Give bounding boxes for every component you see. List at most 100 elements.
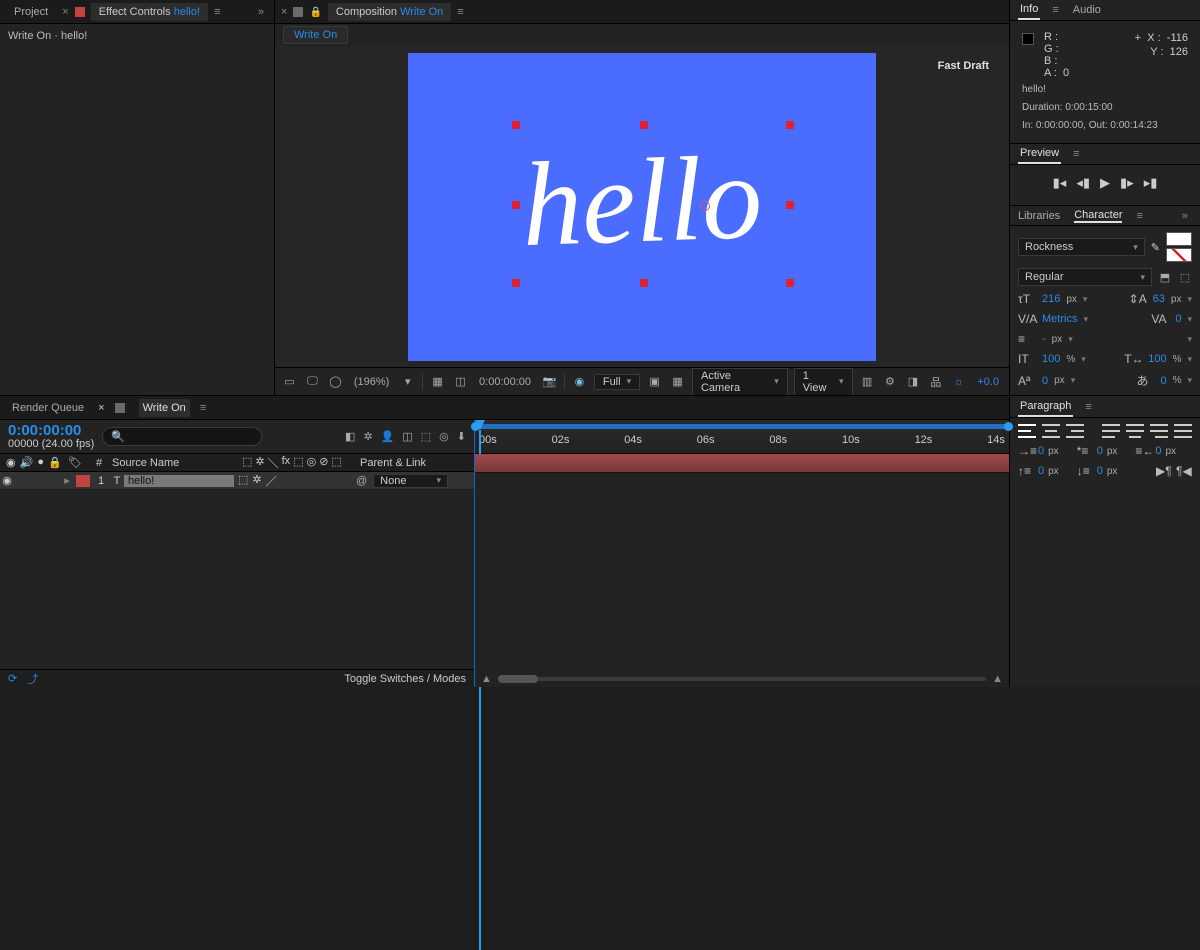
caret-icon[interactable]: ▾	[1071, 375, 1076, 386]
fill-stroke-swatch[interactable]	[1166, 232, 1192, 262]
caret-icon[interactable]: ▾	[1083, 294, 1088, 305]
lock-icon[interactable]	[309, 6, 321, 18]
swap-colors-icon[interactable]: ⬒	[1158, 268, 1172, 286]
close-icon[interactable]: ×	[98, 402, 104, 414]
layer-label-color[interactable]	[76, 475, 90, 487]
indent-firstline-value[interactable]: 0	[1097, 445, 1103, 457]
justify-last-left-button[interactable]	[1102, 424, 1120, 438]
views-dropdown[interactable]: 1 View▾	[794, 368, 853, 396]
indent-left-value[interactable]: 0	[1038, 445, 1044, 457]
tracking-value[interactable]: 0	[1175, 313, 1181, 325]
brainstorm-icon[interactable]: ⬇	[457, 430, 466, 443]
align-left-button[interactable]	[1018, 424, 1036, 438]
preview-tab[interactable]: Preview	[1018, 144, 1061, 164]
overflow-icon[interactable]: »	[1178, 210, 1192, 222]
indent-right-value[interactable]: 0	[1155, 445, 1161, 457]
audio-tab[interactable]: Audio	[1071, 1, 1103, 19]
panel-menu-icon[interactable]: ≡	[200, 402, 206, 414]
audio-col-icon[interactable]: 🔊	[20, 456, 34, 469]
work-area-end-handle[interactable]	[1004, 422, 1013, 431]
bbox-handle[interactable]	[640, 121, 648, 129]
eyedropper-icon[interactable]: ✎	[1151, 241, 1160, 254]
bbox-handle[interactable]	[512, 201, 520, 209]
mask-icon[interactable]: ◯	[327, 373, 344, 391]
fast-preview-icon[interactable]: ⚙	[882, 373, 899, 391]
close-icon[interactable]: ×	[281, 6, 287, 18]
layer-switches[interactable]: ⬚✲／	[234, 473, 352, 489]
character-tab[interactable]: Character	[1074, 209, 1122, 223]
close-icon[interactable]: ×	[62, 6, 68, 18]
layer-name[interactable]: hello!	[124, 475, 234, 487]
pixel-aspect-icon[interactable]: ▥	[859, 373, 876, 391]
solo-col-icon[interactable]: ●	[37, 456, 44, 469]
vscale-value[interactable]: 100	[1042, 353, 1060, 365]
panel-menu-icon[interactable]: ≡	[1073, 148, 1079, 160]
anchor-point[interactable]	[700, 201, 710, 211]
pickwhip-icon[interactable]: @	[356, 475, 367, 487]
current-timecode[interactable]: 0:00:00:00	[8, 424, 94, 438]
monitor-icon[interactable]: 🖵	[304, 373, 321, 391]
exposure-value[interactable]: +0.0	[973, 376, 1003, 388]
bbox-handle[interactable]	[786, 121, 794, 129]
work-area-bar[interactable]	[475, 424, 1009, 429]
info-tab[interactable]: Info	[1018, 0, 1040, 20]
no-stroke-icon[interactable]: ⬚	[1178, 268, 1192, 286]
caret-icon[interactable]: ▾	[1187, 314, 1192, 325]
first-frame-button[interactable]: ▮◂	[1053, 175, 1067, 191]
prev-frame-button[interactable]: ◂▮	[1076, 175, 1090, 191]
panel-menu-icon[interactable]: ≡	[214, 6, 220, 18]
leading-value[interactable]: 63	[1153, 293, 1165, 305]
justify-all-button[interactable]	[1174, 424, 1192, 438]
search-field[interactable]	[131, 431, 253, 443]
index-column[interactable]: #	[90, 457, 108, 469]
caret-icon[interactable]: ▾	[1187, 354, 1192, 365]
font-style-dropdown[interactable]: Regular▾	[1018, 268, 1152, 286]
twirl-icon[interactable]: ▸	[60, 474, 74, 487]
playhead[interactable]	[475, 420, 485, 430]
visibility-toggle[interactable]: ◉	[0, 474, 14, 487]
layer-search-input[interactable]: 🔍	[102, 427, 262, 446]
take-snapshot-icon[interactable]: ▭	[281, 373, 298, 391]
libraries-tab[interactable]: Libraries	[1018, 210, 1060, 222]
justify-last-center-button[interactable]	[1126, 424, 1144, 438]
caret-icon[interactable]: ▾	[1081, 354, 1086, 365]
space-before-value[interactable]: 0	[1038, 465, 1044, 477]
stroke-width-value[interactable]: -	[1042, 333, 1046, 345]
stroke-swatch[interactable]	[1166, 248, 1192, 262]
bbox-handle[interactable]	[512, 279, 520, 287]
caret-icon[interactable]: ▾	[1187, 294, 1192, 305]
font-size-value[interactable]: 216	[1042, 293, 1060, 305]
zoom-handle[interactable]	[498, 675, 538, 683]
direction-rtl-icon[interactable]: ¶◀	[1176, 464, 1192, 478]
parent-column[interactable]: Parent & Link	[356, 457, 474, 469]
bbox-handle[interactable]	[786, 279, 794, 287]
paragraph-tab[interactable]: Paragraph	[1018, 397, 1073, 417]
grid-icon[interactable]: ▦	[429, 373, 446, 391]
caret-icon[interactable]: ▾	[1068, 334, 1073, 345]
align-right-button[interactable]	[1066, 424, 1084, 438]
font-family-dropdown[interactable]: Rockness▾	[1018, 238, 1145, 256]
panel-menu-icon[interactable]: ≡	[1052, 4, 1058, 16]
toggle-switch-icon[interactable]: ⤴	[27, 671, 38, 687]
baseline-value[interactable]: 0	[1042, 375, 1048, 387]
panel-menu-icon[interactable]: ≡	[1085, 401, 1091, 413]
play-button[interactable]: ▶	[1100, 175, 1110, 191]
transparency-grid-icon[interactable]: ▦	[669, 373, 686, 391]
overflow-icon[interactable]: »	[254, 6, 268, 18]
shy-icon[interactable]: 👤	[381, 430, 395, 443]
source-name-column[interactable]: Source Name	[108, 457, 238, 469]
parent-dropdown[interactable]: None▾	[373, 474, 448, 488]
project-tab[interactable]: Project	[6, 3, 56, 21]
snapshot-icon[interactable]: 📷	[541, 373, 558, 391]
draft3d-icon[interactable]: ✲	[363, 430, 372, 443]
roi-icon[interactable]: ▣	[646, 373, 663, 391]
fill-swatch[interactable]	[1166, 232, 1192, 246]
next-frame-button[interactable]: ▮▸	[1120, 175, 1134, 191]
composition-tab[interactable]: Composition Write On	[328, 3, 451, 21]
tsume-value[interactable]: 0	[1160, 375, 1166, 387]
bbox-handle[interactable]	[640, 279, 648, 287]
time-ruler[interactable]: 00s02s04s06s08s10s12s14s	[475, 420, 1009, 454]
direction-ltr-icon[interactable]: ▶¶	[1156, 464, 1172, 478]
guides-icon[interactable]: ◫	[452, 373, 469, 391]
bbox-handle[interactable]	[786, 201, 794, 209]
